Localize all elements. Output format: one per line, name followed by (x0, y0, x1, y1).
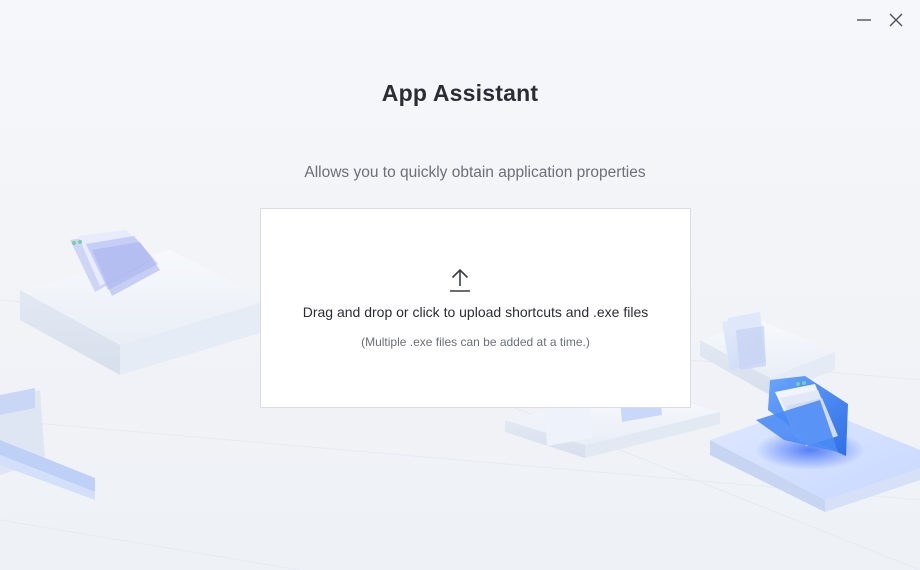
dropzone-hint: (Multiple .exe files can be added at a t… (361, 335, 590, 349)
close-button[interactable] (883, 8, 909, 32)
upload-icon (450, 268, 470, 292)
upload-dropzone[interactable]: Drag and drop or click to upload shortcu… (260, 208, 691, 408)
page-subtitle: Allows you to quickly obtain application… (304, 164, 646, 181)
page-title: App Assistant (381, 80, 539, 106)
minimize-button[interactable] (851, 8, 877, 32)
app-assistant-window: App Assistant Allows you to quickly obta… (0, 0, 920, 570)
minimize-icon (857, 19, 871, 21)
dropzone-label: Drag and drop or click to upload shortcu… (302, 304, 649, 320)
close-icon (889, 13, 903, 27)
left-lower-stack (0, 388, 95, 500)
